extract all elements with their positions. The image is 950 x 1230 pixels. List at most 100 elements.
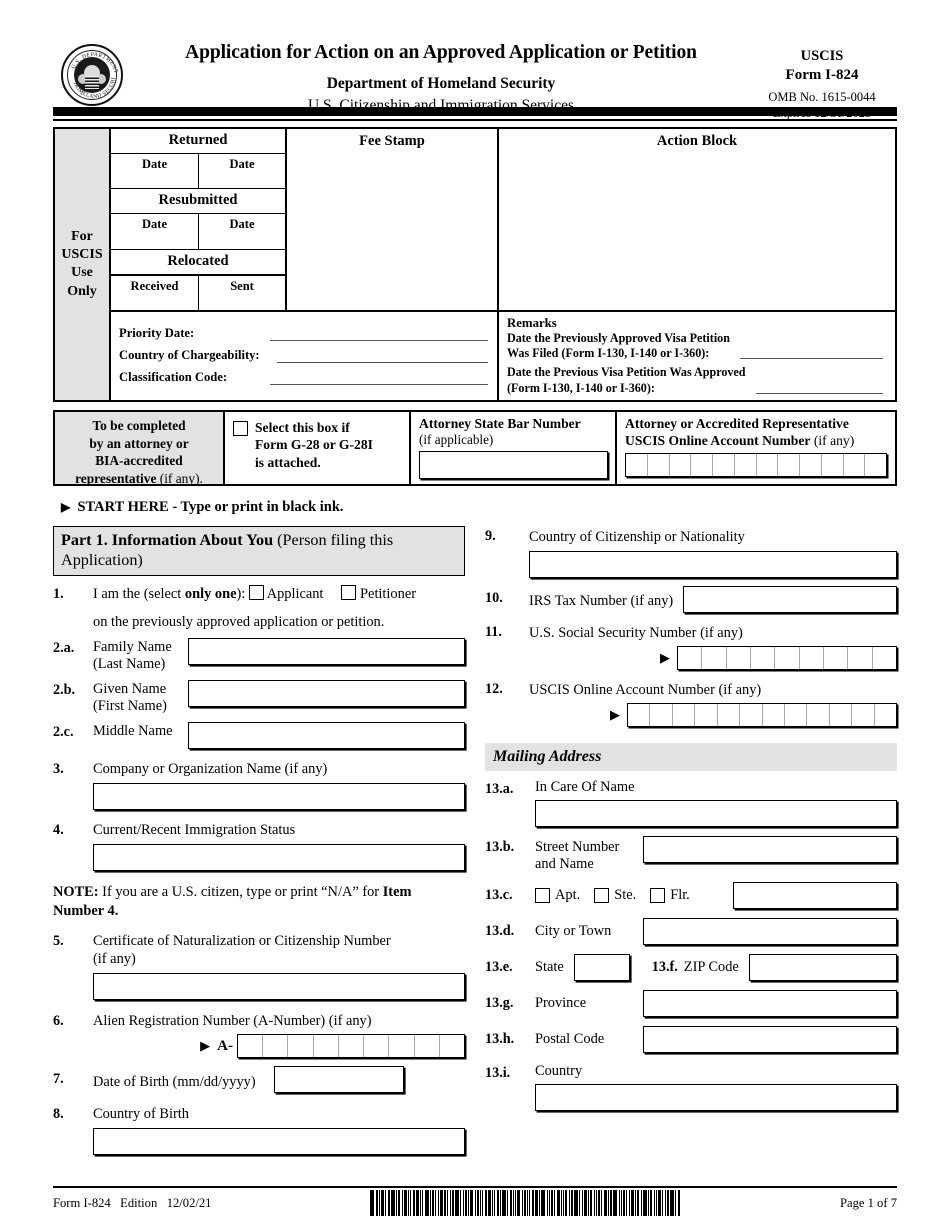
item-1-text-bold: only one	[184, 586, 237, 603]
item-13g-input[interactable]	[643, 989, 897, 1017]
item-12-number: 12.	[485, 680, 503, 697]
remarks-1-line-2: Was Filed (Form I-130, I-140 or I-360):	[507, 346, 710, 361]
fee-stamp-box[interactable]: Fee Stamp	[287, 129, 499, 310]
attorney-online-account-suffix: (if any)	[810, 432, 855, 448]
item-7-label: Date of Birth (mm/dd/yyyy)	[93, 1073, 256, 1090]
item-2a-input[interactable]	[188, 638, 465, 666]
item-10-input[interactable]	[683, 585, 897, 613]
item-13g-label: Province	[535, 994, 587, 1011]
note-text: If you are a U.S. citizen, type or print…	[98, 884, 383, 901]
footer-rule	[53, 1185, 897, 1188]
item-3-input[interactable]	[93, 783, 465, 811]
item-13h-input[interactable]	[643, 1025, 897, 1053]
g28-label-line-2: Form G-28 or G-28I	[255, 437, 373, 453]
item-13b-input[interactable]	[643, 835, 897, 863]
item-13c-input[interactable]	[733, 881, 897, 909]
attorney-instruction-line-4: representative	[75, 471, 157, 486]
item-13c-apt-checkbox[interactable]	[535, 887, 550, 903]
remarks-header: Remarks	[507, 316, 557, 330]
country-chargeability-label: Country of Chargeability:	[119, 348, 260, 362]
item-12-online-account-input[interactable]	[627, 702, 897, 727]
g28-checkbox[interactable]	[233, 420, 248, 436]
item-2b-number: 2.b.	[53, 682, 76, 699]
item-13b-label-line-2: and Name	[535, 855, 594, 872]
start-here-instruction: ▶ START HERE - Type or print in black in…	[53, 499, 897, 516]
remarks-item-1: Date the Previously Approved Visa Petiti…	[507, 331, 887, 361]
item-13d-number: 13.d.	[485, 922, 515, 939]
item-13c-ste-checkbox[interactable]	[594, 887, 610, 903]
omb-number: OMB No. 1615-0044	[768, 89, 876, 104]
item-13i: 13.i. Country	[485, 1062, 897, 1111]
item-13b-number: 13.b.	[485, 838, 515, 855]
g28-checkbox-cell[interactable]: Select this box if Form G-28 or G-28I is…	[225, 411, 411, 484]
item-6-arrow-icon: ▶	[200, 1037, 211, 1053]
item-11-ssn-input[interactable]	[677, 645, 897, 670]
classification-code-label: Classification Code:	[119, 370, 228, 384]
attorney-state-bar-input[interactable]	[419, 450, 608, 479]
item-4-input[interactable]	[93, 844, 465, 872]
priority-date-row: Priority Date:	[119, 326, 497, 341]
item-6-number: 6.	[53, 1013, 64, 1030]
returned-date-1[interactable]: Date	[111, 154, 198, 188]
item-13f-input[interactable]	[748, 953, 897, 981]
country-chargeability-row: Country of Chargeability:	[119, 348, 497, 363]
item-13e-input[interactable]	[573, 953, 630, 981]
item-2c-input[interactable]	[188, 722, 465, 750]
item-4-number: 4.	[53, 822, 64, 839]
remarks-1-input[interactable]	[739, 347, 883, 360]
priority-date-input[interactable]	[270, 328, 488, 341]
item-13i-input[interactable]	[535, 1083, 897, 1111]
item-13b-label-line-1: Street Number	[535, 838, 620, 855]
country-chargeability-input[interactable]	[277, 350, 488, 363]
attorney-online-account-input[interactable]	[625, 452, 887, 477]
action-block-box[interactable]: Action Block	[499, 129, 895, 310]
classification-code-row: Classification Code:	[119, 370, 497, 385]
item-13h-number: 13.h.	[485, 1030, 515, 1047]
resubmitted-date-1[interactable]: Date	[111, 214, 198, 248]
item-9-label: Country of Citizenship or Nationality	[529, 528, 745, 545]
item-1-petitioner-label: Petitioner	[360, 586, 417, 603]
g28-label-line-3: is attached.	[255, 454, 321, 470]
classification-code-input[interactable]	[270, 372, 488, 385]
item-7-number: 7.	[53, 1071, 64, 1088]
item-8-number: 8.	[53, 1106, 64, 1123]
item-7: 7. Date of Birth (mm/dd/yyyy)	[53, 1066, 465, 1094]
action-block-header: Action Block	[656, 133, 738, 149]
returned-header: Returned	[111, 129, 285, 154]
form-page: U.S. DEPARTMENT OF HOMELAND SECURITY App…	[53, 0, 897, 1230]
attorney-block: To be completed by an attorney or BIA-ac…	[53, 409, 897, 486]
item-2a-label-line-1: Family Name	[93, 639, 172, 656]
relocated-received[interactable]: Received	[111, 276, 198, 310]
returned-date-2[interactable]: Date	[198, 154, 285, 189]
item-11-label: U.S. Social Security Number (if any)	[529, 624, 743, 641]
relocated-sent[interactable]: Sent	[198, 275, 285, 310]
item-13d-label: City or Town	[535, 922, 612, 939]
item-2b-input[interactable]	[188, 680, 465, 708]
item-1-petitioner-checkbox[interactable]	[341, 585, 357, 601]
item-13d-input[interactable]	[643, 917, 897, 945]
item-2c: 2.c. Middle Name	[53, 722, 465, 750]
item-13a-number: 13.a.	[485, 780, 514, 797]
item-1: 1. I am the (select only one): Applicant…	[53, 585, 465, 631]
item-2c-label: Middle Name	[93, 723, 173, 740]
item-3: 3. Company or Organization Name (if any)	[53, 760, 465, 811]
item-5-input[interactable]	[93, 973, 465, 1001]
item-13c-flr-checkbox[interactable]	[650, 887, 666, 903]
item-6-anumber-input[interactable]	[237, 1034, 465, 1059]
item-7-input[interactable]	[273, 1066, 404, 1094]
item-1-text-b: ):	[236, 586, 249, 603]
remarks-2-input[interactable]	[755, 382, 883, 394]
item-8-input[interactable]	[93, 1128, 465, 1156]
resubmitted-date-2[interactable]: Date	[198, 214, 285, 249]
item-13a-input[interactable]	[535, 799, 897, 827]
item-1-applicant-checkbox[interactable]	[248, 585, 264, 601]
item-13e-13f: 13.e. State 13.f. ZIP Code	[485, 953, 897, 981]
item-13h: 13.h. Postal Code	[485, 1025, 897, 1053]
item-2c-number: 2.c.	[53, 724, 74, 741]
item-9-input[interactable]	[529, 550, 897, 578]
item-5: 5. Certificate of Naturalization or Citi…	[53, 932, 465, 1001]
attorney-online-account-line-2: USCIS Online Account Number	[625, 432, 811, 448]
part1-header: Part 1. Information About You (Person fi…	[53, 525, 465, 577]
seal-container: U.S. DEPARTMENT OF HOMELAND SECURITY	[53, 42, 131, 106]
item-3-label: Company or Organization Name (if any)	[93, 761, 328, 778]
